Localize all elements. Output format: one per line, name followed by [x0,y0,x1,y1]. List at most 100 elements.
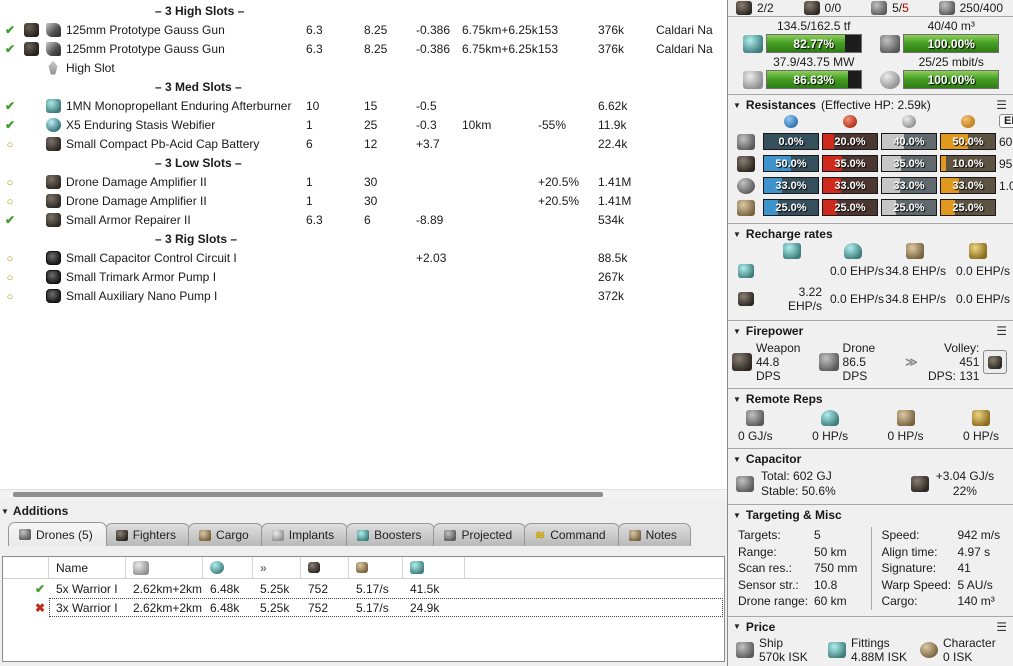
stat-cpu: 1 [306,175,364,189]
section-menu-icon[interactable]: ☰ [996,98,1007,112]
module-name[interactable]: Small Capacitor Control Circuit I [64,251,306,265]
status-column-header[interactable] [3,557,49,578]
targets-value: 5 [814,527,821,544]
horizontal-scrollbar[interactable] [0,489,727,498]
nano-pump-rig-icon[interactable] [46,289,61,303]
hull-ehp-value: 1.03k [999,179,1013,193]
fitting-row-dda-2[interactable]: ○ Drone Damage Amplifier II 1 30 +20.5% … [0,191,727,210]
calibration-value: 250/400 [960,1,1003,15]
firepower-settings-button[interactable] [983,350,1007,374]
collapse-triangle-icon[interactable]: ▼ [733,230,741,239]
price-column-header[interactable] [403,557,465,578]
armor-repairer-icon[interactable] [46,213,61,227]
tab-boosters[interactable]: Boosters [346,523,435,546]
tab-implants[interactable]: Implants [261,523,348,546]
empty-slot-label[interactable]: High Slot [64,61,306,75]
fitting-row-cap-battery[interactable]: ○ Small Compact Pb-Acid Cap Battery 6 12… [0,134,727,153]
stat-pg: 12 [364,137,416,151]
tab-projected[interactable]: Projected [433,523,526,546]
collapse-triangle-icon[interactable]: ▼ [733,327,741,336]
stat-pg: 30 [364,175,416,189]
fitting-row-trimark-rig[interactable]: ○ Small Trimark Armor Pump I 267k [0,267,727,286]
fitting-row-gun-1[interactable]: ✔ 125mm Prototype Gauss Gun 6.3 8.25 -0.… [0,20,727,39]
slot-group-header: – 3 High Slots – [0,1,727,20]
drone-hp: 752 [301,601,349,615]
module-name[interactable]: 1MN Monopropellant Enduring Afterburner [64,99,306,113]
active-drones-value: 5/5 [892,1,909,15]
module-name[interactable]: Small Armor Repairer II [64,213,306,227]
section-menu-icon[interactable]: ☰ [996,324,1007,338]
module-name[interactable]: X5 Enduring Stasis Webifier [64,118,306,132]
calibration-icon [939,1,955,15]
drone-table: Name » ✔ 5x Warrior I 2.62km+2km 6.48k 5… [2,556,725,662]
speed-column-header[interactable]: » [253,557,301,578]
ammo-charge-icon[interactable] [24,23,39,37]
shield-rate-column-header[interactable] [349,557,403,578]
scan-res-value: 750 mm [814,560,857,577]
ammo-charge-icon[interactable] [24,42,39,56]
turret-hardpoints-value: 2/2 [757,1,774,15]
fitting-row-nano-pump-rig[interactable]: ○ Small Auxiliary Nano Pump I 372k [0,286,727,305]
afterburner-module-icon[interactable] [46,99,61,113]
stat-cpu: 1 [306,118,364,132]
cap-battery-module-icon[interactable] [46,137,61,151]
module-name[interactable]: Small Trimark Armor Pump I [64,270,306,284]
shield-layer-icon [737,134,755,150]
module-name[interactable]: 125mm Prototype Gauss Gun [64,42,306,56]
stat-price: 11.9k [598,118,656,132]
collapse-triangle-icon[interactable]: ▼ [733,455,741,464]
tab-fighters[interactable]: Fighters [105,523,190,546]
fitting-row-dda-1[interactable]: ○ Drone Damage Amplifier II 1 30 +20.5% … [0,172,727,191]
drone-name[interactable]: 5x Warrior I [49,582,126,596]
scrollbar-thumb[interactable] [13,492,603,497]
dronebay-percent: 100.00% [904,35,998,52]
webifier-module-icon[interactable] [46,118,61,132]
drone-active-check-icon[interactable]: ✔ [35,582,45,596]
module-name[interactable]: Drone Damage Amplifier II [64,175,306,189]
drone-damage-amp-icon[interactable] [46,175,61,189]
module-name[interactable]: 125mm Prototype Gauss Gun [64,23,306,37]
fitting-row-gun-2[interactable]: ✔ 125mm Prototype Gauss Gun 6.3 8.25 -0.… [0,39,727,58]
drone-damage-amp-icon[interactable] [46,194,61,208]
drone-name[interactable]: 3x Warrior I [49,601,126,615]
range-column-header[interactable] [126,557,203,578]
module-name[interactable]: Small Auxiliary Nano Pump I [64,289,306,303]
collapse-triangle-icon[interactable]: ▼ [1,507,9,516]
name-column-header[interactable]: Name [49,557,126,578]
turret-module-icon[interactable] [46,23,61,37]
tab-drones[interactable]: Drones (5) [8,522,107,546]
turret-module-icon[interactable] [46,42,61,56]
collapse-triangle-icon[interactable]: ▼ [733,511,741,520]
module-name[interactable]: Drone Damage Amplifier II [64,194,306,208]
capacitor-rig-icon[interactable] [46,251,61,265]
ehp-toggle-button[interactable]: EHP [999,114,1013,128]
fitting-row-webifier[interactable]: ✔ X5 Enduring Stasis Webifier 1 25 -0.3 … [0,115,727,134]
section-menu-icon[interactable]: ☰ [996,620,1007,634]
hull-column-header[interactable] [301,557,349,578]
online-check-icon: ✔ [5,42,15,56]
stat-price: 376k [598,42,656,56]
drone-inactive-cross-icon[interactable]: ✖ [35,601,45,615]
trimark-rig-icon[interactable] [46,270,61,284]
drone-row-active[interactable]: ✔ 5x Warrior I 2.62km+2km 6.48k 5.25k 75… [3,579,724,598]
damage-pattern-icon[interactable] [737,200,755,216]
collapse-triangle-icon[interactable]: ▼ [733,395,741,404]
collapse-triangle-icon[interactable]: ▼ [733,622,741,631]
module-name[interactable]: Small Compact Pb-Acid Cap Battery [64,137,306,151]
cap-peak-recharge: +3.04 GJ/s [936,469,994,484]
collapse-triangle-icon[interactable]: ▼ [733,101,741,110]
tab-cargo[interactable]: Cargo [188,523,263,546]
tab-notes[interactable]: Notes [618,523,691,546]
drone-bandwidth-icon [880,71,900,89]
ehp-column-header[interactable] [203,557,253,578]
fitting-row-empty-high[interactable]: High Slot [0,58,727,77]
stat-cpu: 10 [306,99,364,113]
tab-command[interactable]: ≋ Command [524,523,619,546]
offline-ring-icon: ○ [7,139,14,151]
price-title: Price [746,620,775,634]
powergrid-percent: 86.63% [767,71,861,88]
fitting-row-ccc-rig[interactable]: ○ Small Capacitor Control Circuit I +2.0… [0,248,727,267]
fitting-row-armor-rep[interactable]: ✔ Small Armor Repairer II 6.3 6 -8.89 53… [0,210,727,229]
drone-row-inactive-selected[interactable]: ✖ 3x Warrior I 2.62km+2km 6.48k 5.25k 75… [3,598,724,617]
fitting-row-afterburner[interactable]: ✔ 1MN Monopropellant Enduring Afterburne… [0,96,727,115]
